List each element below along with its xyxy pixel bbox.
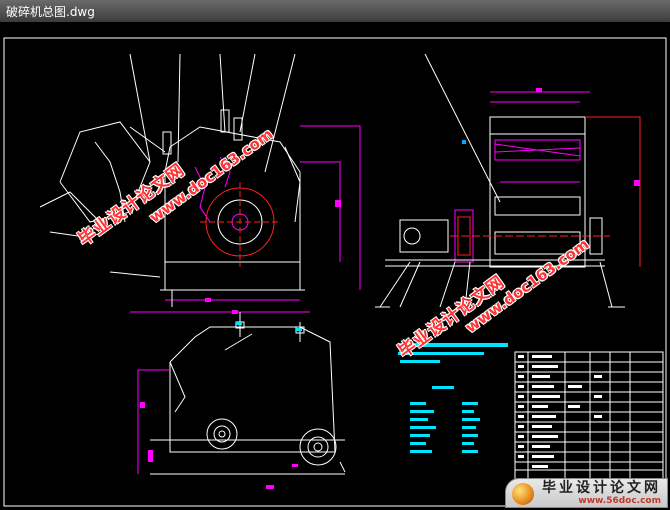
logo-emblem-icon [512,483,534,505]
window-title: 破碎机总图.dwg [6,4,95,19]
bottom-assembly-view [137,312,346,489]
drawing-canvas[interactable]: 毕业设计论文网 www.doc163.com 毕业设计论文网 www.doc16… [0,22,670,510]
logo-url: www.56doc.com [578,495,661,506]
drawing-border [3,37,667,507]
technical-notes [398,343,508,453]
window-titlebar[interactable]: 破碎机总图.dwg [0,0,670,23]
front-elevation-view [375,53,641,308]
logo-title: 毕业设计论文网 [542,479,661,496]
site-logo: 毕业设计论文网 www.56doc.com [505,478,668,508]
